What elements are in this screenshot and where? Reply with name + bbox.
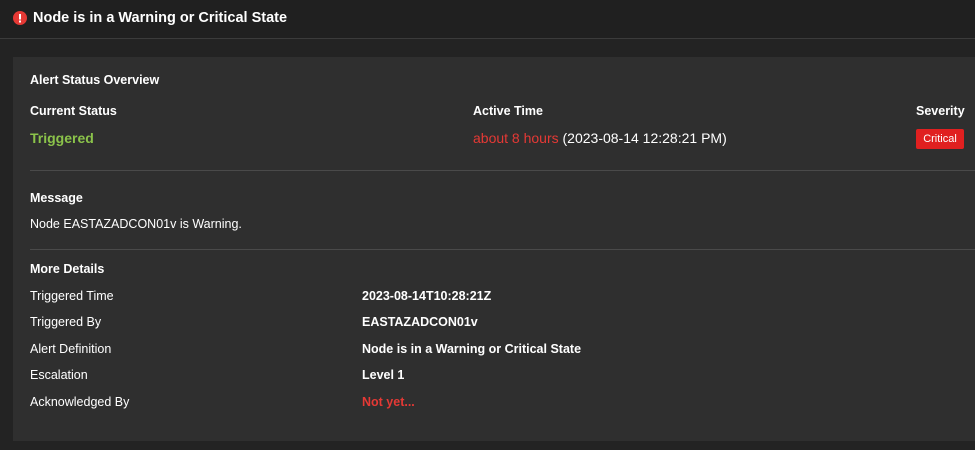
- current-status-value: Triggered: [30, 130, 94, 146]
- alert-exclamation-icon: [13, 11, 27, 25]
- detail-label-triggered-by: Triggered By: [30, 315, 102, 329]
- page-title: Node is in a Warning or Critical State: [33, 10, 288, 26]
- severity-badge: Critical: [916, 129, 964, 149]
- detail-label-acknowledged-by: Acknowledged By: [30, 395, 130, 409]
- active-time-absolute: (2023-08-14 12:28:21 PM): [562, 130, 727, 146]
- divider: [30, 170, 975, 171]
- detail-value-escalation: Level 1: [362, 368, 405, 382]
- divider: [30, 249, 975, 250]
- detail-value-acknowledged-by: Not yet...: [362, 395, 415, 409]
- message-section-title: Message: [30, 191, 83, 205]
- alert-details-panel: Alert Status Overview Current Status Tri…: [13, 57, 975, 441]
- detail-value-alert-definition: Node is in a Warning or Critical State: [362, 342, 582, 356]
- detail-value-triggered-time: 2023-08-14T10:28:21Z: [362, 289, 492, 303]
- detail-label-alert-definition: Alert Definition: [30, 342, 112, 356]
- active-time-relative: about 8 hours: [473, 130, 559, 146]
- title-bar: Node is in a Warning or Critical State: [0, 0, 975, 39]
- severity-label: Severity: [916, 104, 965, 118]
- detail-value-triggered-by: EASTAZADCON01v: [362, 315, 478, 329]
- message-text: Node EASTAZADCON01v is Warning.: [30, 217, 242, 231]
- active-time-value: about 8 hours (2023-08-14 12:28:21 PM): [473, 130, 727, 146]
- details-section-title: More Details: [30, 262, 105, 276]
- active-time-label: Active Time: [473, 104, 543, 118]
- detail-label-escalation: Escalation: [30, 368, 88, 382]
- overview-section-title: Alert Status Overview: [30, 73, 160, 87]
- current-status-label: Current Status: [30, 104, 117, 118]
- detail-label-triggered-time: Triggered Time: [30, 289, 114, 303]
